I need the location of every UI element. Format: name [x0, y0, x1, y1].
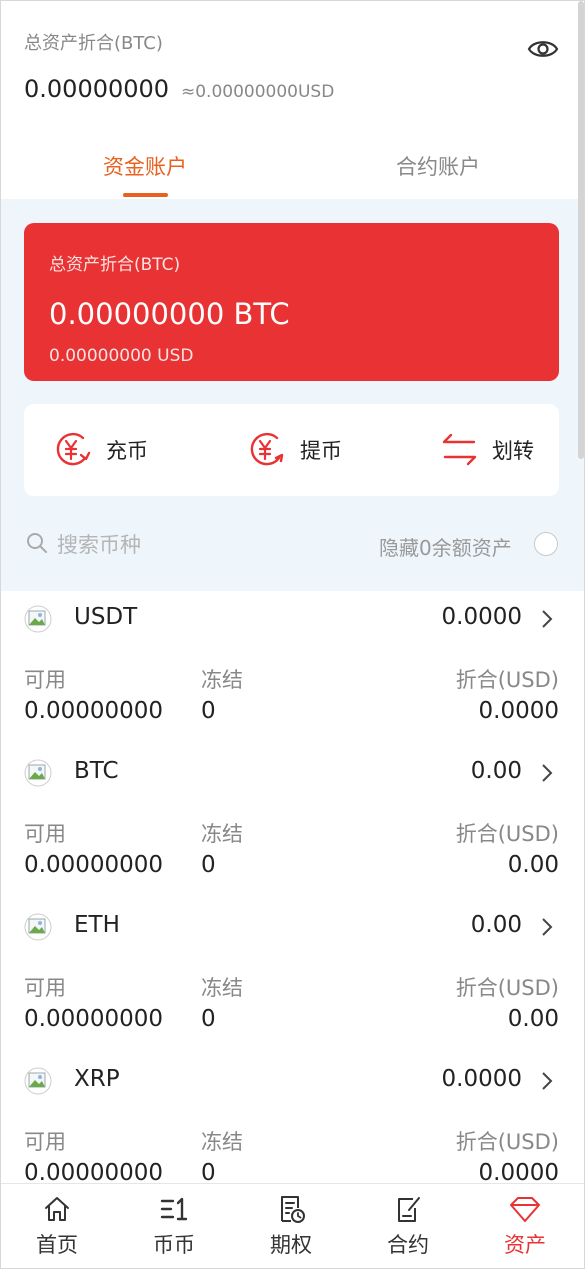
- frozen-value: 0: [201, 1006, 216, 1032]
- eye-icon[interactable]: [527, 35, 559, 63]
- nav-home[interactable]: 首页: [12, 1194, 102, 1264]
- chevron-right-icon[interactable]: [540, 917, 554, 937]
- nav-coin-trade-label: 币币: [153, 1233, 195, 1257]
- coin-image-placeholder-icon: [24, 605, 52, 633]
- coin-name: ETH: [74, 912, 120, 938]
- header: 总资产折合(BTC) 0.00000000 ≈0.00000000USD 资金账…: [1, 1, 584, 199]
- available-label: 可用: [24, 976, 66, 1000]
- active-tab-indicator: [123, 193, 168, 197]
- chevron-right-icon[interactable]: [540, 609, 554, 629]
- frozen-label: 冻结: [201, 976, 243, 1000]
- diamond-icon: [510, 1197, 540, 1222]
- nav-asset[interactable]: 资产: [480, 1194, 570, 1264]
- available-value: 0.00000000: [24, 698, 164, 724]
- nav-coin-trade[interactable]: 币币: [129, 1194, 219, 1264]
- deposit-icon: [56, 432, 91, 466]
- home-icon: [45, 1197, 69, 1221]
- converted-label: 折合(USD): [455, 976, 559, 1000]
- summary-usd: 0.00000000 USD: [49, 346, 194, 366]
- nav-home-label: 首页: [36, 1233, 78, 1257]
- converted-value: 0.00: [507, 852, 559, 878]
- nav-asset-label: 资产: [504, 1233, 546, 1257]
- coin-image-placeholder-icon: [24, 913, 52, 941]
- summary-card: 总资产折合(BTC) 0.00000000 BTC 0.00000000 USD: [24, 223, 559, 381]
- action-bar: 充币 提币 划转: [24, 404, 559, 496]
- available-value: 0.00000000: [24, 852, 164, 878]
- coin-card[interactable]: USDT 0.0000 可用 冻结 折合(USD) 0.00000000 0 0…: [1, 591, 584, 739]
- available-label: 可用: [24, 1130, 66, 1154]
- withdraw-label: 提币: [300, 439, 342, 463]
- chevron-right-icon[interactable]: [540, 1071, 554, 1091]
- hide-zero-toggle[interactable]: [534, 532, 558, 556]
- coin-name: USDT: [74, 604, 138, 630]
- frozen-label: 冻结: [201, 668, 243, 692]
- nav-contract[interactable]: 合约: [363, 1194, 453, 1264]
- search-icon: [27, 533, 47, 553]
- transfer-label: 划转: [492, 439, 534, 463]
- coin-total: 0.00: [470, 758, 522, 784]
- coin-card[interactable]: BTC 0.00 可用 冻结 折合(USD) 0.00000000 0 0.00: [1, 745, 584, 893]
- transfer-button[interactable]: 划转: [440, 428, 534, 472]
- converted-value: 0.00: [507, 1006, 559, 1032]
- converted-label: 折合(USD): [455, 822, 559, 846]
- bottom-nav: 首页 币币 期权 合约 资产: [1, 1183, 584, 1268]
- converted-label: 折合(USD): [455, 1130, 559, 1154]
- search-input[interactable]: 搜索币种: [57, 529, 141, 559]
- hide-zero-label: 隐藏0余额资产: [379, 536, 512, 560]
- coin-name: BTC: [74, 758, 119, 784]
- frozen-label: 冻结: [201, 1130, 243, 1154]
- total-assets-usd: ≈0.00000000USD: [181, 82, 335, 102]
- frozen-value: 0: [201, 852, 216, 878]
- tab-fund-account[interactable]: 资金账户: [45, 151, 245, 181]
- coin-image-placeholder-icon: [24, 1067, 52, 1095]
- coin-trade-icon: [160, 1197, 188, 1221]
- nav-contract-label: 合约: [387, 1233, 429, 1257]
- available-label: 可用: [24, 822, 66, 846]
- deposit-label: 充币: [106, 439, 148, 463]
- coin-card[interactable]: XRP 0.0000 可用 冻结 折合(USD) 0.00000000 0 0.…: [1, 1053, 584, 1201]
- contract-icon: [398, 1197, 420, 1222]
- coin-total: 0.0000: [441, 604, 522, 630]
- coin-name: XRP: [74, 1066, 120, 1092]
- tab-contract-account[interactable]: 合约账户: [338, 151, 538, 181]
- app-frame: 总资产折合(BTC) 0.00000000 ≈0.00000000USD 资金账…: [0, 0, 585, 1269]
- converted-value: 0.0000: [478, 698, 559, 724]
- available-label: 可用: [24, 668, 66, 692]
- deposit-button[interactable]: 充币: [52, 428, 148, 472]
- withdraw-button[interactable]: 提币: [246, 428, 342, 472]
- frozen-value: 0: [201, 698, 216, 724]
- converted-label: 折合(USD): [455, 668, 559, 692]
- nav-option[interactable]: 期权: [246, 1194, 336, 1264]
- option-icon: [281, 1196, 305, 1223]
- scrollbar[interactable]: [578, 1, 584, 459]
- nav-option-label: 期权: [270, 1233, 312, 1257]
- transfer-icon: [442, 433, 477, 466]
- coin-card[interactable]: ETH 0.00 可用 冻结 折合(USD) 0.00000000 0 0.00: [1, 899, 584, 1047]
- summary-label: 总资产折合(BTC): [49, 255, 181, 275]
- coin-total: 0.0000: [441, 1066, 522, 1092]
- frozen-label: 冻结: [201, 822, 243, 846]
- coin-total: 0.00: [470, 912, 522, 938]
- total-assets-label: 总资产折合(BTC): [24, 33, 163, 54]
- chevron-right-icon[interactable]: [540, 763, 554, 783]
- available-value: 0.00000000: [24, 1006, 164, 1032]
- withdraw-icon: [250, 432, 284, 466]
- total-assets-value: 0.00000000: [24, 75, 170, 103]
- summary-value: 0.00000000 BTC: [49, 297, 290, 331]
- coin-image-placeholder-icon: [24, 759, 52, 787]
